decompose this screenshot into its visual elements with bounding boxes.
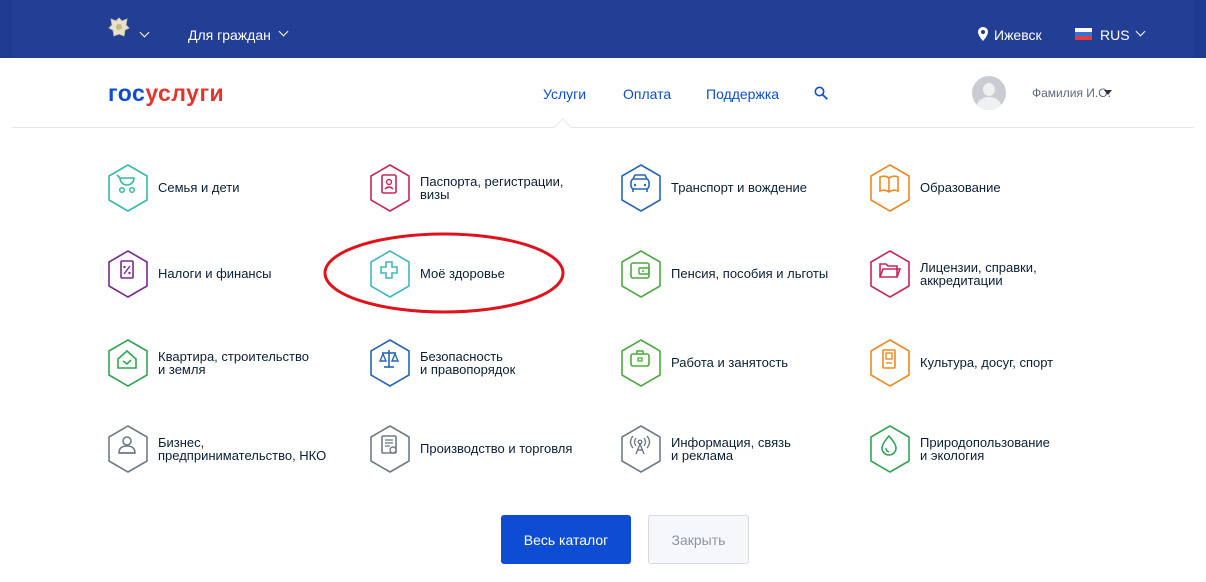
category-5[interactable]: Налоги и финансы: [106, 250, 346, 300]
russian-flag-icon: [1075, 28, 1092, 40]
category-label-line1: Работа и занятость: [671, 355, 789, 370]
language-label: RUS: [1100, 27, 1130, 43]
medical-cross-icon: [370, 250, 410, 298]
category-label: Образование: [920, 181, 1001, 194]
category-label-line2: и реклама: [671, 448, 734, 463]
category-label-line2: и земля: [158, 362, 206, 377]
user-menu[interactable]: Фамилия И.О.: [1032, 86, 1112, 100]
header-divider: [12, 127, 1194, 128]
water-drop-icon: [870, 425, 910, 473]
wallet-icon: [621, 250, 661, 298]
nav-payment[interactable]: Оплата: [623, 86, 671, 102]
category-label-line1: Моё здоровье: [420, 266, 505, 281]
category-label-line1: Семья и дети: [158, 180, 240, 195]
category-2[interactable]: Паспорта, регистрации, визы: [368, 164, 608, 214]
city-label: Ижевск: [994, 27, 1042, 43]
full-catalog-button[interactable]: Весь каталог: [501, 515, 631, 564]
category-label: Паспорта, регистрации, визы: [420, 175, 564, 201]
house-icon: [108, 339, 148, 387]
category-label-line1: Транспорт и вождение: [671, 180, 808, 195]
category-label: Природопользование и экология: [920, 436, 1050, 462]
passport-icon: [370, 164, 410, 212]
dropdown-arrow-icon: [1104, 90, 1112, 95]
category-label: Культура, досуг, спорт: [920, 356, 1053, 369]
business-person-icon: [108, 425, 148, 473]
category-label: Квартира, строительство и земля: [158, 350, 309, 376]
book-icon: [870, 164, 910, 212]
avatar-body: [977, 97, 1001, 110]
category-11[interactable]: Работа и занятость: [619, 339, 859, 389]
stroller-icon: [108, 164, 148, 212]
category-label: Транспорт и вождение: [671, 181, 807, 194]
location-pin-icon: [978, 27, 988, 41]
category-label-line2: предпринимательство, НКО: [158, 448, 327, 463]
user-name: Фамилия И.О.: [1032, 86, 1111, 100]
category-8[interactable]: Лицензии, справки, аккредитации: [868, 250, 1108, 300]
category-label-line2: аккредитации: [920, 273, 1003, 288]
category-label-line2: визы: [420, 187, 450, 202]
ticket-icon: [870, 339, 910, 387]
category-16[interactable]: Природопользование и экология: [868, 425, 1108, 475]
category-12[interactable]: Культура, досуг, спорт: [868, 339, 1108, 389]
category-6[interactable]: Моё здоровье: [368, 250, 608, 300]
category-7[interactable]: Пенсия, пособия и льготы: [619, 250, 859, 300]
category-1[interactable]: Семья и дети: [106, 164, 346, 214]
close-button[interactable]: Закрыть: [648, 515, 749, 564]
category-label: Семья и дети: [158, 181, 239, 194]
avatar[interactable]: [972, 76, 1006, 110]
category-label: Налоги и финансы: [158, 267, 271, 280]
category-9[interactable]: Квартира, строительство и земля: [106, 339, 346, 389]
category-label: Бизнес, предпринимательство, НКО: [158, 436, 326, 462]
gosuslugi-logo[interactable]: госуслуги: [108, 80, 224, 107]
category-label: Моё здоровье: [420, 267, 505, 280]
category-label: Работа и занятость: [671, 356, 788, 369]
scales-icon: [370, 339, 410, 387]
for-citizens-menu[interactable]: Для граждан: [188, 26, 289, 43]
category-label-line1: Образование: [920, 180, 1001, 195]
category-label-line2: и экология: [920, 448, 985, 463]
category-label-line1: Налоги и финансы: [158, 266, 272, 281]
category-label-line1: Пенсия, пособия и льготы: [671, 266, 829, 281]
nav-support[interactable]: Поддержка: [706, 86, 779, 102]
category-label: Пенсия, пособия и льготы: [671, 267, 828, 280]
antenna-icon: [621, 425, 661, 473]
category-label-line1: Культура, досуг, спорт: [920, 355, 1054, 370]
category-10[interactable]: Безопасность и правопорядок: [368, 339, 608, 389]
category-13[interactable]: Бизнес, предпринимательство, НКО: [106, 425, 346, 475]
nav-services[interactable]: Услуги: [543, 86, 586, 102]
folder-icon: [870, 250, 910, 298]
coat-of-arms-icon[interactable]: [108, 16, 130, 40]
category-label: Безопасность и правопорядок: [420, 350, 515, 376]
trade-document-icon: [370, 425, 410, 473]
avatar-head: [983, 83, 995, 96]
active-menu-pointer: [553, 118, 572, 137]
for-citizens-label: Для граждан: [188, 27, 271, 43]
car-icon: [621, 164, 661, 212]
tax-document-icon: [108, 250, 148, 298]
briefcase-icon: [621, 339, 661, 387]
category-3[interactable]: Транспорт и вождение: [619, 164, 859, 214]
category-15[interactable]: Информация, связь и реклама: [619, 425, 859, 475]
category-label: Производство и торговля: [420, 442, 572, 455]
category-4[interactable]: Образование: [868, 164, 1108, 214]
category-14[interactable]: Производство и торговля: [368, 425, 608, 475]
category-label: Информация, связь и реклама: [671, 436, 791, 462]
category-label: Лицензии, справки, аккредитации: [920, 261, 1037, 287]
search-icon[interactable]: [814, 86, 828, 100]
category-label-line2: и правопорядок: [420, 362, 516, 377]
category-label-line1: Производство и торговля: [420, 441, 573, 456]
